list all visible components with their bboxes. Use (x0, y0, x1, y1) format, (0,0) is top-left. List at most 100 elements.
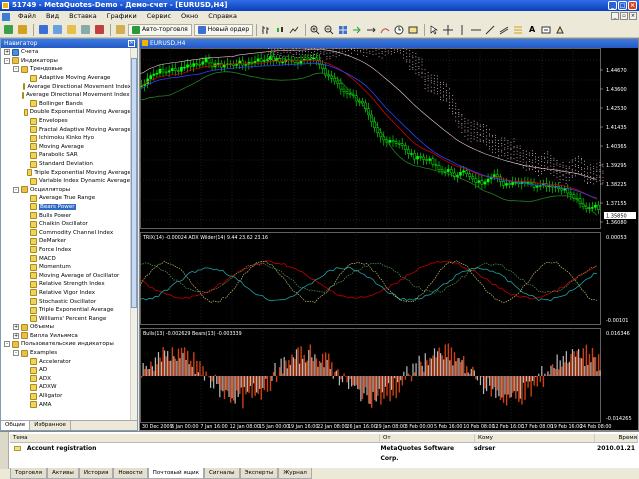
tree-item[interactable]: Commodity Channel Index (1, 228, 131, 237)
toolbox-side-bar[interactable] (0, 432, 9, 469)
fibo-button[interactable] (512, 24, 524, 36)
tree-item[interactable]: Envelopes (1, 117, 131, 126)
collapse-icon[interactable]: - (13, 66, 19, 73)
tree-item[interactable]: Triple Exponential Average (1, 306, 131, 315)
mdi-restore-button[interactable]: ▫ (620, 12, 628, 20)
line-chart-button[interactable] (288, 24, 300, 36)
column-header[interactable]: Кому (475, 434, 595, 442)
mdi-minimize-button[interactable]: _ (611, 12, 619, 20)
menu-item-6[interactable]: Справка (203, 11, 242, 22)
label-tool-button[interactable] (540, 24, 552, 36)
shapes-button[interactable] (554, 24, 566, 36)
terminal-tab-7[interactable]: Журнал (278, 468, 312, 479)
bar-chart-button[interactable] (260, 24, 272, 36)
collapse-icon[interactable]: - (13, 186, 19, 193)
tree-item[interactable]: Moving Average of Oscillator (1, 271, 131, 280)
new-chart-button[interactable] (2, 24, 14, 36)
mdi-close-button[interactable]: × (629, 12, 637, 20)
collapse-icon[interactable]: - (4, 341, 10, 348)
autotrading-button[interactable]: Авто-торговля (128, 23, 192, 36)
tree-item[interactable]: Triple Exponential Moving Average (1, 168, 131, 177)
tree-item[interactable]: ADX (1, 375, 131, 384)
market-watch-button[interactable] (37, 24, 49, 36)
tree-item[interactable]: DeMarker (1, 237, 131, 246)
tree-item[interactable]: - Индикаторы (1, 57, 131, 66)
zoom-in-button[interactable] (309, 24, 321, 36)
templates-button[interactable] (407, 24, 419, 36)
new-order-button[interactable]: Новый ордер (193, 23, 254, 36)
tree-item[interactable]: AD (1, 366, 131, 375)
tree-item[interactable]: Standard Deviation (1, 160, 131, 169)
text-tool-button[interactable]: A (526, 24, 538, 36)
tree-item[interactable]: + Счета (1, 48, 131, 57)
tree-item[interactable]: - Examples (1, 349, 131, 358)
price-chart[interactable]: 1.44670 1.43600 1.42530 1.41435 1.40365 1.392… (140, 48, 638, 430)
tree-item[interactable]: Moving Average (1, 143, 131, 152)
chart-shift-button[interactable] (365, 24, 377, 36)
expand-icon[interactable]: + (13, 332, 19, 339)
tree-item[interactable]: Accelerator (1, 357, 131, 366)
tree-item[interactable]: MACD (1, 254, 131, 263)
autoscroll-button[interactable] (351, 24, 363, 36)
navigator-tab-1[interactable]: Избранное (30, 421, 71, 430)
strategy-tester-button[interactable] (93, 24, 105, 36)
periods-button[interactable] (393, 24, 405, 36)
terminal-tab-4[interactable]: Почтовый ящик (147, 468, 205, 479)
column-header[interactable]: Тема (10, 434, 380, 442)
profiles-button[interactable] (16, 24, 28, 36)
tree-item[interactable]: Ichimoku Kinko Hyo (1, 134, 131, 143)
column-header[interactable]: От (380, 434, 475, 442)
navigator-tab-0[interactable]: Общие (1, 421, 31, 430)
menu-item-1[interactable]: Вид (41, 11, 64, 22)
collapse-icon[interactable]: - (4, 57, 10, 64)
tree-item[interactable]: - Трендовые (1, 65, 131, 74)
tree-item[interactable]: AMA (1, 400, 131, 409)
tree-item[interactable]: Alligator (1, 392, 131, 401)
candles-button[interactable] (274, 24, 286, 36)
tree-item[interactable]: Relative Strength Index (1, 280, 131, 289)
tree-item[interactable]: Momentum (1, 263, 131, 272)
menu-item-2[interactable]: Вставка (64, 11, 102, 22)
tree-item[interactable]: Average Directional Movement Index Wilde… (1, 91, 131, 100)
terminal-button[interactable] (79, 24, 91, 36)
navigator-scrollbar[interactable] (130, 48, 137, 421)
terminal-tab-2[interactable]: История (78, 468, 114, 479)
tree-item[interactable]: Fractal Adaptive Moving Average (1, 125, 131, 134)
trendline-button[interactable] (484, 24, 496, 36)
tree-item[interactable]: Chaikin Oscillator (1, 220, 131, 229)
expand-icon[interactable]: + (4, 49, 10, 56)
menu-item-4[interactable]: Сервис (142, 11, 176, 22)
tree-item[interactable]: Stochastic Oscillator (1, 297, 131, 306)
cursor-tool-button[interactable] (428, 24, 440, 36)
close-button[interactable]: × (628, 1, 637, 10)
tree-item[interactable]: ADXW (1, 383, 131, 392)
menu-item-0[interactable]: Файл (13, 11, 41, 22)
tree-item[interactable]: Average True Range (1, 194, 131, 203)
collapse-icon[interactable]: - (13, 350, 19, 357)
data-window-button[interactable] (51, 24, 63, 36)
tree-item[interactable]: Adaptive Moving Average (1, 74, 131, 83)
tree-item[interactable]: Average Directional Movement Index (1, 82, 131, 91)
tile-windows-button[interactable] (337, 24, 349, 36)
tree-item[interactable]: Relative Vigor Index (1, 289, 131, 298)
terminal-tab-5[interactable]: Сигналы (204, 468, 240, 479)
tree-item[interactable]: Variable Index Dynamic Average (1, 177, 131, 186)
indicators-button[interactable] (379, 24, 391, 36)
terminal-tab-0[interactable]: Торговля (10, 468, 47, 479)
menu-item-5[interactable]: Окно (176, 11, 203, 22)
tree-item[interactable]: Bollinger Bands (1, 100, 131, 109)
minimize-button[interactable]: _ (608, 1, 617, 10)
navigator-close-button[interactable]: × (128, 40, 135, 47)
horizontal-line-button[interactable] (470, 24, 482, 36)
terminal-tab-1[interactable]: Активы (47, 468, 79, 479)
tree-item[interactable]: Bears Power (1, 203, 131, 212)
tree-item[interactable]: - Осцилляторы (1, 186, 131, 195)
tree-item[interactable]: Double Exponential Moving Average (1, 108, 131, 117)
maximize-button[interactable]: □ (618, 1, 627, 10)
tree-item[interactable]: + Билла Уильямса (1, 332, 131, 341)
chart-window-icon[interactable] (2, 12, 10, 21)
expand-icon[interactable]: + (13, 324, 19, 331)
channel-button[interactable] (498, 24, 510, 36)
tree-item[interactable]: Parabolic SAR (1, 151, 131, 160)
metaeditor-button[interactable] (114, 24, 126, 36)
